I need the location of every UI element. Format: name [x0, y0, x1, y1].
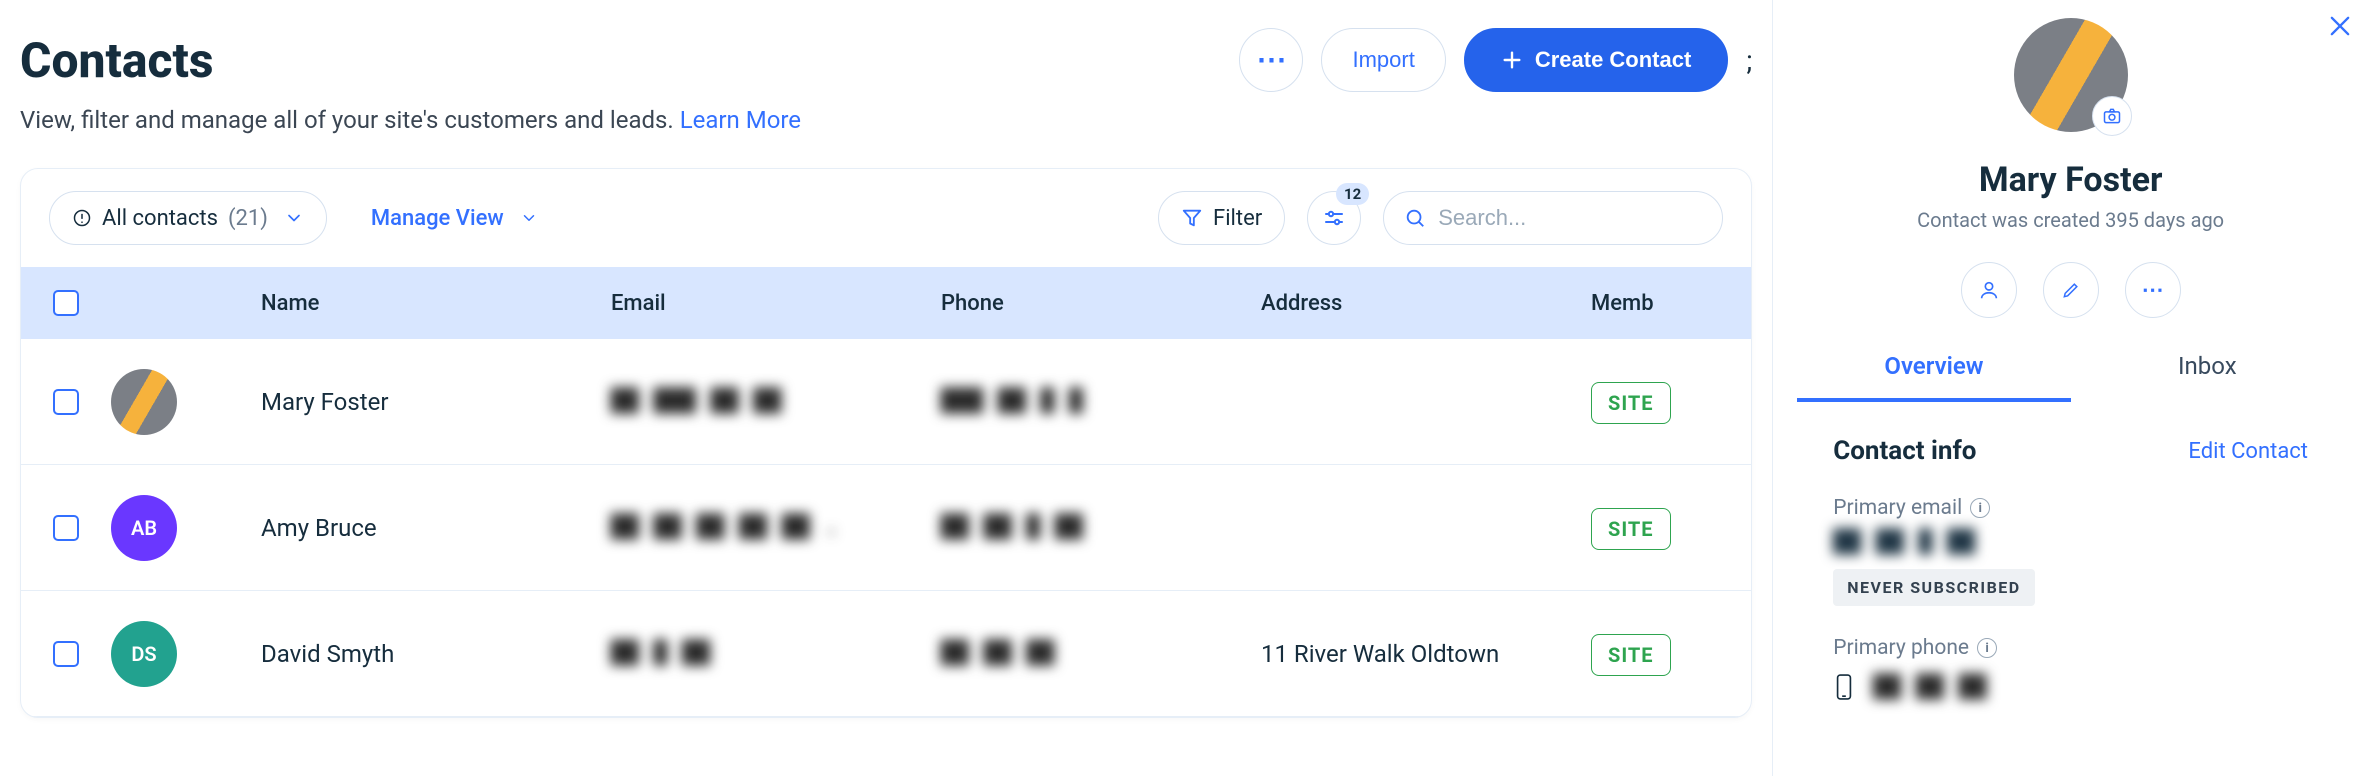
page-subtitle: View, filter and manage all of your site… — [20, 106, 1752, 134]
view-label: All contacts — [102, 206, 218, 231]
search-input[interactable] — [1438, 205, 1702, 231]
cell-phone: ██ ██ ██ — [941, 641, 1261, 666]
more-contact-actions-button[interactable]: ⋯ — [2125, 262, 2181, 318]
person-icon — [1978, 279, 2000, 301]
col-email[interactable]: Email — [611, 291, 941, 316]
ellipsis-icon: ⋯ — [2142, 278, 2164, 303]
filter-label: Filter — [1213, 206, 1262, 231]
manage-view-link[interactable]: Manage View — [349, 191, 560, 245]
cell-email: ██ █ ██ — [611, 641, 941, 666]
row-checkbox[interactable] — [53, 515, 79, 541]
view-selector[interactable]: All contacts (21) — [49, 191, 327, 245]
select-all-checkbox[interactable] — [53, 290, 79, 316]
ellipsis-icon: ⋯ — [1256, 43, 1286, 78]
row-checkbox[interactable] — [53, 641, 79, 667]
primary-email-value: ██ ██ █ ██ — [1833, 530, 2308, 555]
member-badge: SITE — [1591, 382, 1671, 424]
change-photo-button[interactable] — [2092, 96, 2132, 136]
col-name[interactable]: Name — [261, 291, 611, 316]
import-label: Import — [1352, 47, 1414, 73]
camera-icon — [2102, 106, 2122, 126]
more-button[interactable]: ⋯ — [1239, 28, 1303, 92]
settings-badge: 12 — [1336, 183, 1369, 205]
view-count: (21) — [228, 206, 268, 231]
learn-more-link[interactable]: Learn More — [680, 106, 801, 134]
subscription-badge: NEVER SUBSCRIBED — [1833, 569, 2034, 606]
edit-contact-link[interactable]: Edit Contact — [2188, 439, 2308, 464]
member-badge: SITE — [1591, 508, 1671, 550]
alert-circle-icon — [72, 208, 92, 228]
manage-view-label: Manage View — [371, 206, 504, 231]
primary-email-label: Primary email i — [1833, 496, 2308, 520]
search-icon — [1404, 207, 1426, 229]
cell-phone: ██ ██ █ ██ — [941, 515, 1261, 540]
create-contact-label: Create Contact — [1535, 47, 1691, 73]
col-member[interactable]: Memb — [1591, 291, 1752, 316]
page-title: Contacts — [20, 32, 213, 89]
contact-created-text: Contact was created 395 days ago — [1797, 208, 2344, 232]
close-panel-button[interactable] — [2326, 12, 2354, 40]
trailing-char: ; — [1746, 44, 1752, 77]
info-icon[interactable]: i — [1970, 498, 1990, 518]
cell-name: Mary Foster — [261, 388, 611, 416]
contact-name: Mary Foster — [1797, 160, 2344, 200]
table-row[interactable]: AB Amy Bruce██ ██ ██ ██ ██ .██ ██ █ ██ SIT… — [21, 465, 1751, 591]
import-button[interactable]: Import — [1321, 28, 1445, 92]
chevron-down-icon — [284, 208, 304, 228]
table-header: Name Email Phone Address Memb — [21, 267, 1751, 339]
subtitle-text: View, filter and manage all of your site… — [20, 106, 674, 134]
cell-phone: ███ ██ █ █ — [941, 389, 1261, 414]
primary-phone-label: Primary phone i — [1833, 636, 2308, 660]
search-field[interactable] — [1383, 191, 1723, 245]
chevron-down-icon — [520, 209, 538, 227]
mobile-icon — [1833, 672, 1855, 702]
cell-email: ██ ███ ██ ██ — [611, 389, 941, 414]
cell-name: David Smyth — [261, 640, 611, 668]
create-contact-button[interactable]: Create Contact — [1464, 28, 1728, 92]
row-checkbox[interactable] — [53, 389, 79, 415]
table-row[interactable]: DS David Smyth██ █ ████ ██ ██11 River Wal… — [21, 591, 1751, 717]
edit-contact-icon-button[interactable] — [2043, 262, 2099, 318]
table-row[interactable]: Mary Foster██ ███ ██ █████ ██ █ █ SITE — [21, 339, 1751, 465]
avatar — [111, 369, 177, 435]
avatar: AB — [111, 495, 177, 561]
col-address[interactable]: Address — [1261, 291, 1591, 316]
pencil-icon — [2061, 280, 2081, 300]
filter-button[interactable]: Filter — [1158, 191, 1285, 245]
funnel-icon — [1181, 207, 1203, 229]
primary-phone-value: ██ ██ ██ — [1873, 675, 1987, 700]
plus-icon — [1501, 49, 1523, 71]
col-phone[interactable]: Phone — [941, 291, 1261, 316]
info-icon[interactable]: i — [1977, 638, 1997, 658]
contact-profile-button[interactable] — [1961, 262, 2017, 318]
member-badge: SITE — [1591, 634, 1671, 676]
avatar: DS — [111, 621, 177, 687]
cell-email: ██ ██ ██ ██ ██ . — [611, 515, 941, 540]
tab-inbox[interactable]: Inbox — [2071, 352, 2344, 402]
cell-address: 11 River Walk Oldtown — [1261, 640, 1591, 668]
cell-name: Amy Bruce — [261, 514, 611, 542]
section-title: Contact info — [1833, 436, 1976, 466]
tab-overview[interactable]: Overview — [1797, 352, 2070, 402]
sliders-icon — [1322, 206, 1346, 230]
